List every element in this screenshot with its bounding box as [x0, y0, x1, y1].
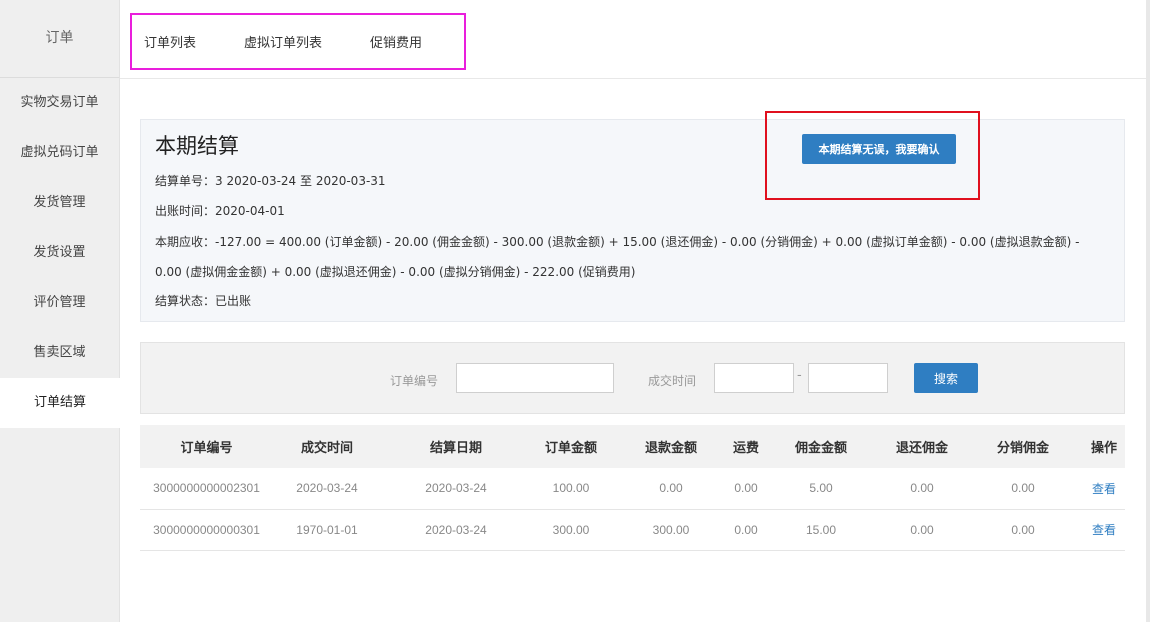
top-tab-bar: 订单列表 虚拟订单列表 促销费用 — [120, 0, 1150, 79]
cell-shipping: 0.00 — [731, 468, 761, 510]
order-no-input[interactable] — [456, 363, 614, 393]
cell-order-no: 3000000000002301 — [140, 468, 273, 510]
col-header-commission: 佣金金额 — [761, 425, 881, 468]
cell-returned-commission: 0.00 — [881, 468, 963, 510]
col-header-shipping: 运费 — [731, 425, 761, 468]
sidebar-item-shipping-management[interactable]: 发货管理 — [0, 178, 119, 228]
receivable-line: 本期应收：-127.00 = 400.00 (订单金额) - 20.00 (佣金… — [155, 235, 1080, 279]
col-header-settle-date: 结算日期 — [381, 425, 531, 468]
view-link[interactable]: 查看 — [1083, 468, 1125, 510]
cell-order-amount: 300.00 — [531, 509, 611, 551]
sidebar-item-shipping-settings[interactable]: 发货设置 — [0, 228, 119, 278]
settlement-orders-table: 订单编号 成交时间 结算日期 订单金额 退款金额 运费 佣金金额 退还佣金 分销… — [140, 425, 1125, 551]
sidebar-item-virtual-orders[interactable]: 虚拟兑码订单 — [0, 128, 119, 178]
col-header-returned-commission: 退还佣金 — [881, 425, 963, 468]
tabs-highlight-box: 订单列表 虚拟订单列表 促销费用 — [130, 13, 466, 70]
tab-virtual-order-list[interactable]: 虚拟订单列表 — [244, 32, 322, 51]
sidebar-item-physical-orders[interactable]: 实物交易订单 — [0, 78, 119, 128]
settlement-number-line: 结算单号：3 2020-03-24 至 2020-03-31 — [155, 174, 386, 188]
cell-refund-amount: 0.00 — [611, 468, 731, 510]
table-row: 3000000000000301 1970-01-01 2020-03-24 3… — [140, 509, 1125, 551]
col-header-refund-amount: 退款金额 — [611, 425, 731, 468]
sidebar-item-order-settlement[interactable]: 订单结算 — [0, 378, 120, 428]
col-header-deal-time: 成交时间 — [273, 425, 381, 468]
tab-order-list[interactable]: 订单列表 — [144, 32, 196, 51]
settlement-status-line: 结算状态：已出账 — [155, 294, 252, 308]
search-button[interactable]: 搜索 — [914, 363, 978, 393]
summary-title: 本期结算 — [155, 134, 239, 158]
confirm-highlight-box: 本期结算无误，我要确认 — [765, 111, 980, 200]
window-scrollbar[interactable] — [1146, 0, 1150, 622]
sidebar: 订单 实物交易订单 虚拟兑码订单 发货管理 发货设置 评价管理 售卖区域 订单结… — [0, 0, 120, 622]
cell-returned-commission: 0.00 — [881, 509, 963, 551]
cell-distribution-commission: 0.00 — [963, 468, 1083, 510]
cell-order-no: 3000000000000301 — [140, 509, 273, 551]
confirm-settlement-button[interactable]: 本期结算无误，我要确认 — [802, 134, 956, 164]
cell-commission: 15.00 — [761, 509, 881, 551]
date-from-input[interactable] — [714, 363, 794, 393]
cell-deal-time: 1970-01-01 — [273, 509, 381, 551]
cell-refund-amount: 300.00 — [611, 509, 731, 551]
cell-deal-time: 2020-03-24 — [273, 468, 381, 510]
date-range-separator: - — [797, 368, 802, 383]
tab-promotion-fees[interactable]: 促销费用 — [370, 32, 422, 51]
col-header-distribution-commission: 分销佣金 — [963, 425, 1083, 468]
view-link[interactable]: 查看 — [1083, 509, 1125, 551]
cell-shipping: 0.00 — [731, 509, 761, 551]
settlement-summary-panel: 本期结算 结算单号：3 2020-03-24 至 2020-03-31 出账时间… — [140, 111, 1125, 322]
search-panel: 订单编号 成交时间 - 搜索 — [140, 342, 1125, 414]
col-header-order-no: 订单编号 — [140, 425, 273, 468]
app-root: 订单 实物交易订单 虚拟兑码订单 发货管理 发货设置 评价管理 售卖区域 订单结… — [0, 0, 1150, 622]
cell-distribution-commission: 0.00 — [963, 509, 1083, 551]
col-header-actions: 操作 — [1083, 425, 1125, 468]
date-to-input[interactable] — [808, 363, 888, 393]
col-header-order-amount: 订单金额 — [531, 425, 611, 468]
order-no-label: 订单编号 — [390, 374, 439, 388]
table-header-row: 订单编号 成交时间 结算日期 订单金额 退款金额 运费 佣金金额 退还佣金 分销… — [140, 425, 1125, 468]
sidebar-item-sales-regions[interactable]: 售卖区域 — [0, 328, 119, 378]
table-row: 3000000000002301 2020-03-24 2020-03-24 1… — [140, 468, 1125, 510]
cell-settle-date: 2020-03-24 — [381, 509, 531, 551]
billing-time-line: 出账时间：2020-04-01 — [155, 204, 285, 218]
sidebar-header: 订单 — [0, 0, 119, 78]
deal-time-label: 成交时间 — [648, 374, 697, 388]
cell-commission: 5.00 — [761, 468, 881, 510]
cell-settle-date: 2020-03-24 — [381, 468, 531, 510]
cell-order-amount: 100.00 — [531, 468, 611, 510]
sidebar-item-reviews[interactable]: 评价管理 — [0, 278, 119, 328]
